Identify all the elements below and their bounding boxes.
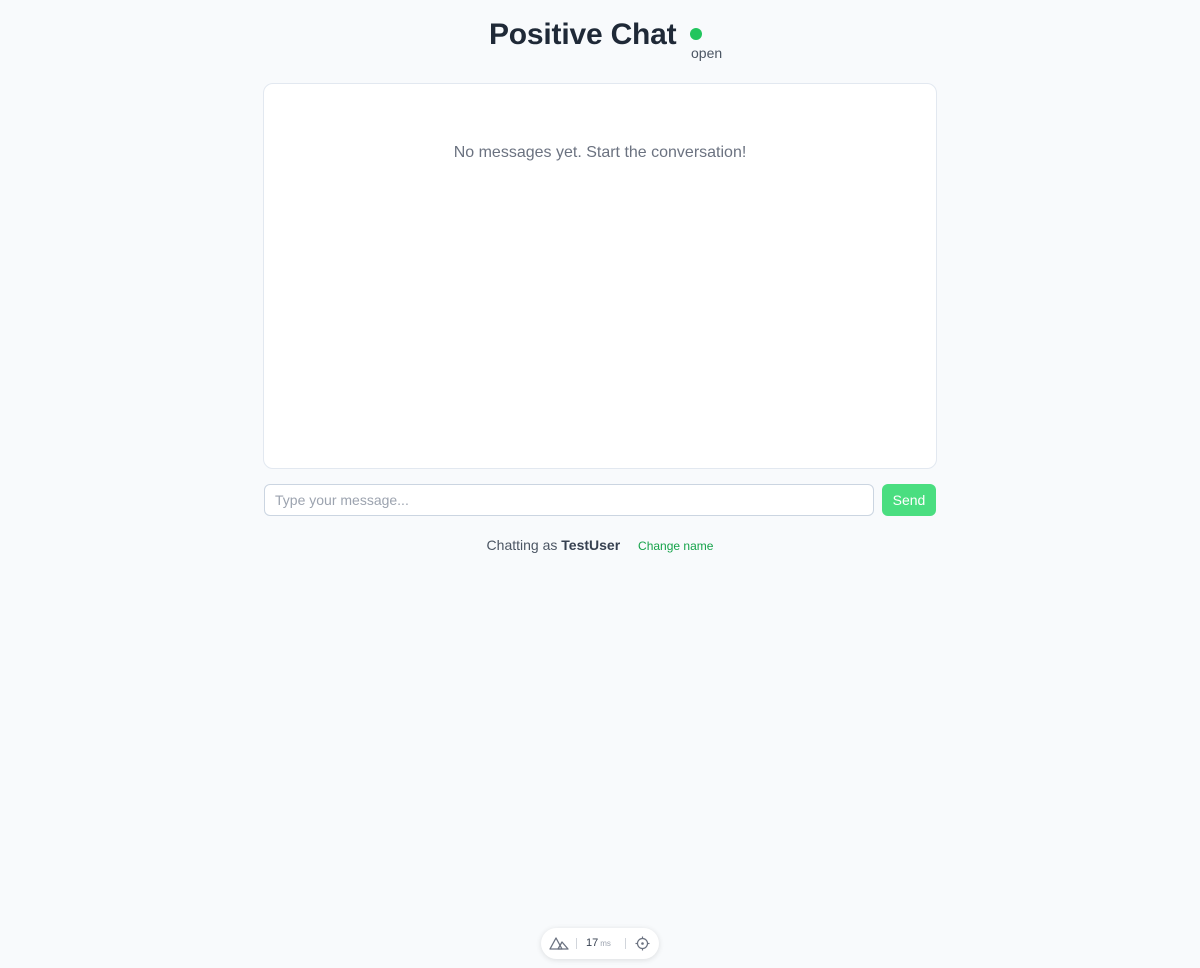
message-composer: Send: [264, 484, 936, 516]
user-info: Chatting as TestUser Change name: [0, 537, 1200, 553]
toolbar-divider: [576, 938, 577, 949]
send-button[interactable]: Send: [882, 484, 936, 516]
nuxt-logo-icon[interactable]: [549, 936, 569, 950]
chat-page: Positive Chat open No messages yet. Star…: [0, 0, 1200, 968]
status-dot-icon: [690, 28, 702, 40]
dev-toolbar: 17 ms: [541, 928, 659, 959]
timing-value: 17: [586, 937, 599, 949]
username: TestUser: [561, 537, 621, 553]
empty-state-text: No messages yet. Start the conversation!: [453, 144, 747, 161]
status-text: open: [691, 45, 723, 61]
message-input[interactable]: [264, 484, 874, 516]
change-name-link[interactable]: Change name: [638, 539, 713, 553]
message-list: No messages yet. Start the conversation!: [263, 83, 937, 469]
render-timing: 17 ms: [586, 937, 611, 949]
timing-unit: ms: [600, 939, 611, 948]
header: Positive Chat open: [0, 14, 1200, 64]
connection-status: open: [690, 28, 750, 62]
page-title: Positive Chat: [489, 18, 677, 51]
crosshair-icon[interactable]: [635, 936, 650, 951]
user-prefix-label: Chatting as: [486, 537, 558, 553]
toolbar-divider: [625, 938, 626, 949]
